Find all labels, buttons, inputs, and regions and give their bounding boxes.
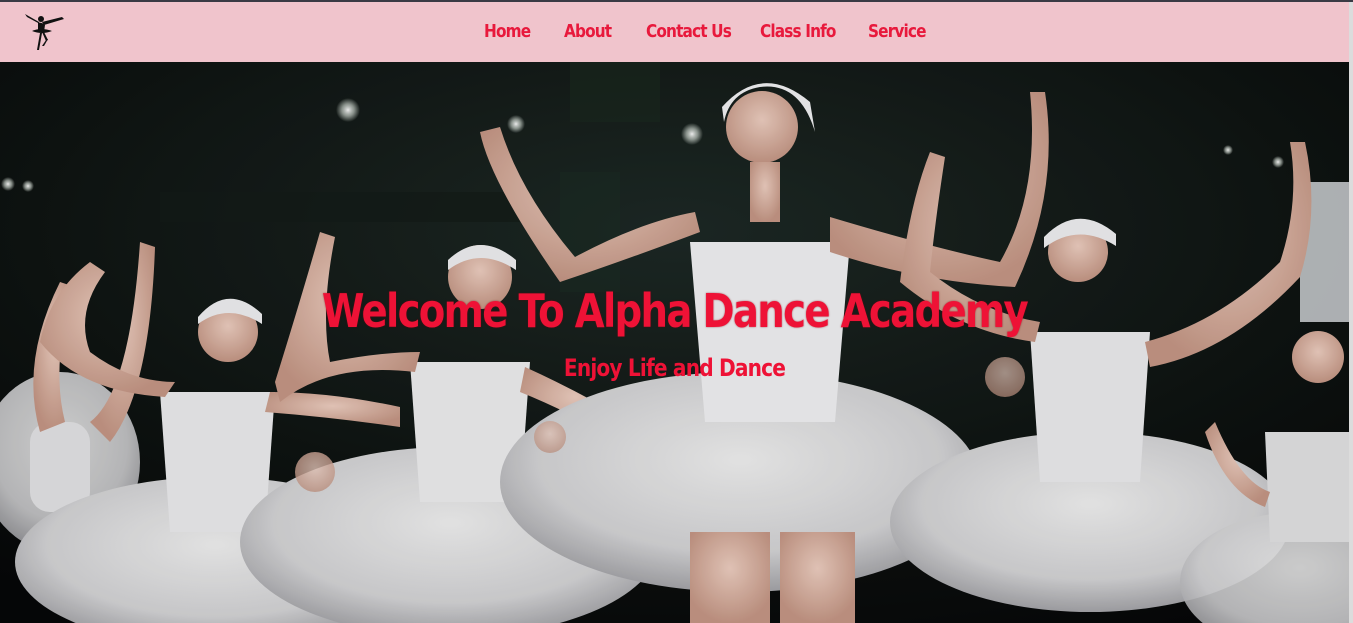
hero-background-image — [0, 62, 1349, 623]
nav-links: Home About Contact Us Class Info Service — [0, 2, 1349, 62]
hero-title: Welcome To Alpha Dance Academy — [321, 284, 1029, 338]
nav-link-service[interactable]: Service — [868, 21, 927, 42]
nav-link-home[interactable]: Home — [484, 21, 531, 42]
nav-link-about[interactable]: About — [564, 21, 612, 42]
navbar: Home About Contact Us Class Info Service — [0, 2, 1349, 62]
page-scrollbar[interactable] — [1349, 2, 1353, 623]
hero-subtitle: Enjoy Life and Dance — [563, 354, 786, 382]
page: Home About Contact Us Class Info Service — [0, 0, 1353, 623]
hero-section: Welcome To Alpha Dance Academy Enjoy Lif… — [0, 62, 1349, 623]
nav-link-class-info[interactable]: Class Info — [760, 21, 836, 42]
nav-link-contact-us[interactable]: Contact Us — [646, 21, 732, 42]
